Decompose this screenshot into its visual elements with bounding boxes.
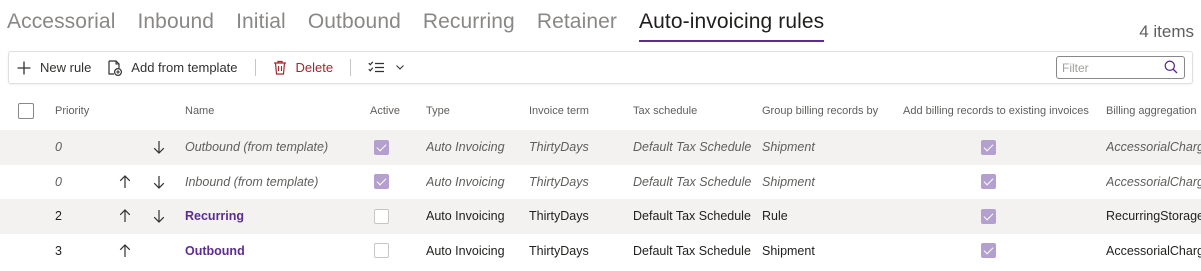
arrow-down-icon[interactable] [151,199,167,234]
tax-schedule-cell: Default Tax Schedule [633,243,751,258]
tax-schedule-cell: Default Tax Schedule [633,174,752,189]
active-checkbox[interactable] [373,165,389,200]
arrow-up-icon[interactable] [117,234,133,269]
tax-schedule-cell: Default Tax Schedule [633,209,751,224]
add-from-template-label: Add from template [131,60,238,75]
filter-box [1056,56,1185,79]
priority-cell: 2 [55,209,62,224]
name-cell[interactable]: Outbound (from template) [185,130,365,165]
priority-cell: 0 [55,174,62,189]
add-existing-checkbox[interactable] [980,165,996,200]
active-checkbox[interactable] [373,130,389,165]
active-checkbox[interactable] [373,234,389,269]
invoice-term-cell: ThirtyDays [529,209,589,224]
trash-icon [273,60,287,75]
rules-grid: Priority Name Active Type Invoice term T… [0,92,1201,268]
delete-button[interactable]: Delete [265,52,342,83]
priority-cell: 0 [55,140,62,155]
aggregation-cell: RecurringStorage [1106,209,1201,224]
tab-recurring[interactable]: Recurring [423,10,515,40]
table-row[interactable]: 2 Recurring Auto Invoicing ThirtyDays De… [0,199,1201,234]
add-from-template-button[interactable]: Add from template [99,52,245,83]
group-by-cell: Rule [762,209,788,224]
aggregation-cell: AccessorialCharges [1106,243,1201,258]
aggregation-cell: AccessorialCharges [1106,174,1201,189]
column-header-priority[interactable]: Priority [55,92,105,130]
name-cell[interactable]: Inbound (from template) [185,165,365,200]
group-by-cell: Shipment [762,174,815,189]
name-link[interactable]: Recurring [185,199,365,234]
bulk-actions-button[interactable] [360,52,421,83]
tab-accessorial[interactable]: Accessorial [7,10,115,40]
new-rule-label: New rule [40,60,92,75]
column-header-add-existing[interactable]: Add billing records to existing invoices [903,92,1098,130]
column-header-type[interactable]: Type [426,92,526,130]
type-cell: Auto Invoicing [426,209,505,224]
add-existing-checkbox[interactable] [980,130,996,165]
column-header-name[interactable]: Name [185,92,365,130]
type-cell: Auto Invoicing [426,140,505,155]
active-checkbox[interactable] [373,199,389,234]
arrow-down-icon[interactable] [151,130,167,165]
tab-inbound[interactable]: Inbound [137,10,214,40]
command-bar: New rule Add from template Delete [8,51,1193,84]
grid-header: Priority Name Active Type Invoice term T… [0,92,1201,130]
tab-initial[interactable]: Initial [236,10,286,40]
column-header-active[interactable]: Active [370,92,410,130]
new-rule-button[interactable]: New rule [9,52,99,83]
group-by-cell: Shipment [762,243,815,258]
invoice-term-cell: ThirtyDays [529,140,589,155]
template-add-icon [107,59,123,76]
search-icon[interactable] [1164,60,1178,79]
column-header-aggregation[interactable]: Billing aggregation [1106,92,1201,130]
tab-outbound[interactable]: Outbound [308,10,401,40]
column-header-group-by[interactable]: Group billing records by [762,92,897,130]
add-existing-checkbox[interactable] [980,199,996,234]
filter-input[interactable] [1062,60,1162,75]
arrow-up-icon[interactable] [117,199,133,234]
column-header-tax-schedule[interactable]: Tax schedule [633,92,758,130]
plus-icon [17,61,31,75]
toolbar-divider [254,59,256,76]
aggregation-cell: AccessorialCharges [1106,140,1201,155]
invoice-term-cell: ThirtyDays [529,243,589,258]
select-all-checkbox[interactable] [17,92,35,130]
type-cell: Auto Invoicing [426,243,505,258]
arrow-down-icon[interactable] [151,165,167,200]
item-count: 4 items [1139,22,1194,41]
add-existing-checkbox[interactable] [980,234,996,269]
table-row[interactable]: 0 Inbound (from template) Auto Invoicing… [0,165,1201,200]
chevron-down-icon [396,65,404,70]
arrow-up-icon[interactable] [117,165,133,200]
type-cell: Auto Invoicing [426,174,505,189]
table-row[interactable]: 3 Outbound Auto Invoicing ThirtyDays Def… [0,234,1201,269]
toolbar-divider [350,59,352,76]
tab-bar: Accessorial Inbound Initial Outbound Rec… [7,10,846,46]
checklist-icon [368,61,385,74]
delete-label: Delete [295,60,334,75]
column-header-invoice-term[interactable]: Invoice term [529,92,629,130]
tax-schedule-cell: Default Tax Schedule [633,140,752,155]
group-by-cell: Shipment [762,140,815,155]
tab-retainer[interactable]: Retainer [537,10,617,40]
tab-auto-invoicing-rules[interactable]: Auto-invoicing rules [639,10,825,42]
invoice-term-cell: ThirtyDays [529,174,589,189]
priority-cell: 3 [55,243,62,258]
table-row[interactable]: 0 Outbound (from template) Auto Invoicin… [0,130,1201,165]
name-link[interactable]: Outbound [185,234,365,269]
